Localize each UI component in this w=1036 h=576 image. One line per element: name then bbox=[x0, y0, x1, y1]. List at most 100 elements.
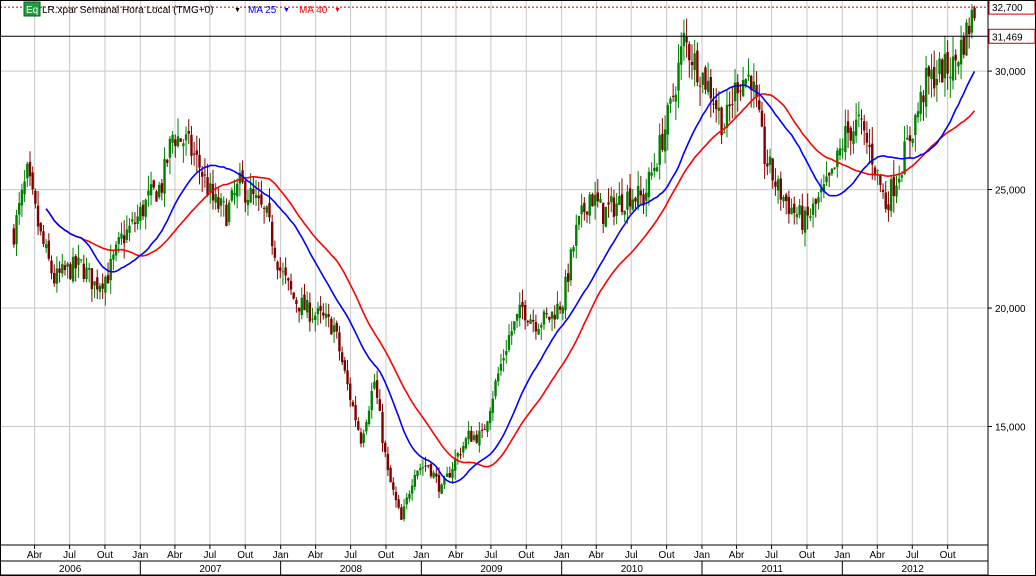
ma40-dropdown-icon[interactable]: ▼ bbox=[334, 7, 341, 14]
candle-body bbox=[715, 100, 718, 110]
candle-body bbox=[658, 135, 661, 165]
candle-body bbox=[133, 222, 137, 225]
candle-body bbox=[219, 198, 223, 206]
candle-body bbox=[674, 94, 678, 102]
candle-body bbox=[206, 177, 209, 196]
candle-body bbox=[575, 225, 578, 246]
candle-body bbox=[198, 154, 201, 168]
candle-body bbox=[817, 197, 820, 203]
candle-body bbox=[413, 474, 417, 487]
candle-body bbox=[577, 215, 581, 225]
candle-body bbox=[31, 172, 34, 190]
candle-body bbox=[184, 134, 188, 141]
candle-body bbox=[23, 181, 26, 195]
candle-body bbox=[281, 271, 285, 273]
candle-body bbox=[214, 194, 217, 203]
year-label: 2012 bbox=[902, 564, 925, 575]
candle-body bbox=[254, 194, 258, 198]
candle-body bbox=[18, 202, 21, 215]
candle-body bbox=[645, 192, 648, 201]
marker-label: 32,700 bbox=[992, 3, 1023, 14]
candle-body bbox=[190, 134, 193, 156]
candle-body bbox=[85, 267, 88, 280]
candle-body bbox=[176, 136, 180, 147]
candle-body bbox=[319, 305, 322, 311]
candle-body bbox=[585, 211, 589, 215]
candle-body bbox=[77, 257, 80, 265]
candle-body bbox=[513, 321, 516, 331]
candle-body bbox=[265, 206, 268, 213]
candle-body bbox=[378, 399, 382, 411]
candle-body bbox=[763, 126, 766, 164]
candle-body bbox=[685, 36, 688, 43]
candle-body bbox=[480, 429, 484, 431]
candle-body bbox=[599, 199, 602, 203]
candle-body bbox=[793, 203, 796, 214]
month-tick-label: Out bbox=[659, 550, 675, 561]
month-tick-label: Jul bbox=[485, 550, 498, 561]
candle-body bbox=[604, 206, 608, 227]
candle-body bbox=[273, 247, 277, 258]
candle-body bbox=[39, 222, 42, 232]
month-tick-label: Out bbox=[97, 550, 113, 561]
chart-background bbox=[0, 0, 1036, 576]
candle-body bbox=[655, 167, 659, 172]
candle-body bbox=[195, 150, 199, 155]
candle-body bbox=[405, 497, 408, 505]
candle-body bbox=[771, 158, 774, 181]
candle-body bbox=[914, 114, 917, 136]
candle-body bbox=[782, 197, 785, 202]
candle-body bbox=[634, 197, 637, 202]
candle-body bbox=[106, 275, 110, 284]
candle-body bbox=[429, 464, 433, 477]
candle-body bbox=[230, 190, 234, 201]
legend-ma25: MA 25 bbox=[248, 5, 277, 16]
candle-body bbox=[300, 297, 303, 315]
candle-body bbox=[863, 121, 866, 131]
chart: 32,700 31,469 15,000 20,000 25,000 30,000 Ab… bbox=[0, 0, 1036, 576]
candle-body bbox=[725, 104, 729, 128]
candle-body bbox=[488, 411, 492, 424]
ma25-dropdown-icon[interactable]: ▼ bbox=[283, 7, 290, 14]
candle-body bbox=[865, 132, 869, 143]
candle-body bbox=[141, 204, 145, 217]
candle-body bbox=[932, 66, 936, 89]
year-label: 2007 bbox=[199, 564, 222, 575]
candle-body bbox=[618, 196, 621, 205]
candle-body bbox=[636, 185, 640, 207]
candle-body bbox=[510, 331, 513, 336]
candle-body bbox=[28, 161, 32, 177]
candle-body bbox=[98, 285, 102, 292]
candle-body bbox=[370, 390, 373, 411]
candle-body bbox=[806, 206, 809, 216]
title-dropdown-icon[interactable]: ▼ bbox=[234, 7, 241, 14]
candle-body bbox=[12, 228, 16, 245]
candle-body bbox=[182, 143, 185, 147]
candle-body bbox=[688, 44, 691, 61]
month-tick-label: Jul bbox=[63, 550, 76, 561]
candle-body bbox=[292, 292, 295, 299]
candle-body bbox=[351, 401, 355, 406]
candle-body bbox=[252, 188, 255, 195]
month-tick-label: Abr bbox=[588, 550, 604, 561]
candle-body bbox=[518, 304, 521, 318]
candle-body bbox=[279, 267, 282, 271]
month-tick-label: Jan bbox=[554, 550, 570, 561]
candle-body bbox=[262, 207, 266, 209]
candle-body bbox=[739, 90, 742, 92]
candle-body bbox=[66, 263, 69, 267]
candle-body bbox=[55, 268, 59, 284]
candle-body bbox=[650, 172, 653, 176]
candle-body bbox=[854, 119, 858, 136]
candle-body bbox=[408, 493, 411, 499]
candle-body bbox=[879, 174, 882, 185]
candle-body bbox=[34, 190, 37, 204]
candle-body bbox=[384, 442, 387, 453]
candle-body bbox=[233, 192, 236, 196]
candle-body bbox=[427, 465, 430, 467]
candle-body bbox=[784, 194, 788, 201]
candle-body bbox=[951, 56, 955, 81]
candle-body bbox=[284, 267, 287, 276]
candle-body bbox=[776, 179, 780, 191]
candle-body bbox=[349, 383, 352, 400]
